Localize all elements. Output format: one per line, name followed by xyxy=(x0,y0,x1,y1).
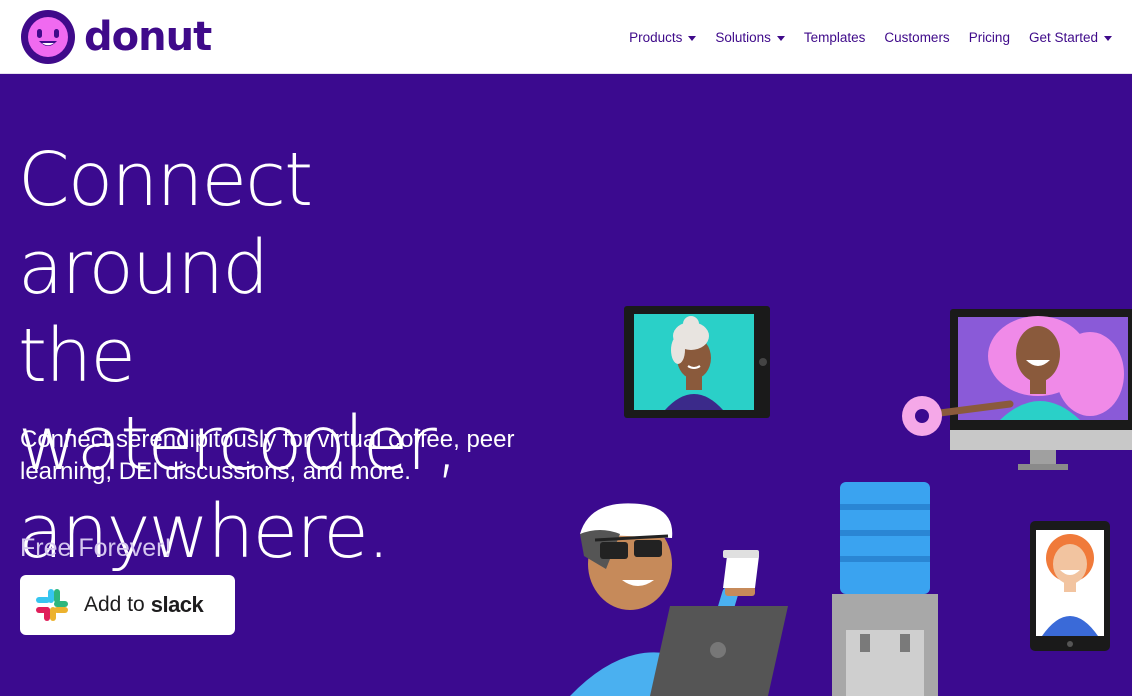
brand-name: donut xyxy=(84,14,212,60)
caret-down-icon xyxy=(688,35,697,41)
man-with-laptop-icon xyxy=(570,503,788,696)
nav-templates[interactable]: Templates xyxy=(804,30,866,45)
add-to-slack-button[interactable]: Add to slack xyxy=(20,575,235,635)
tablet-grandma-icon xyxy=(624,306,770,418)
hero-section: Connect around the watercooler, anywhere… xyxy=(0,74,1132,696)
phone-person-icon xyxy=(1030,521,1110,651)
monitor-woman-icon xyxy=(902,309,1132,470)
slack-logo-icon xyxy=(36,589,68,621)
nav-customers-label: Customers xyxy=(884,29,950,45)
free-forever-tagline: Free Forever! xyxy=(20,534,172,562)
hero-headline: Connect around the watercooler, anywhere… xyxy=(18,136,578,576)
slack-wordmark: slack xyxy=(150,592,204,617)
watercooler-icon xyxy=(832,482,938,696)
nav-solutions-label: Solutions xyxy=(715,29,771,45)
caret-down-icon xyxy=(776,35,785,41)
nav-pricing[interactable]: Pricing xyxy=(969,30,1010,45)
nav-customers[interactable]: Customers xyxy=(884,30,949,45)
nav-products[interactable]: Products xyxy=(629,29,697,45)
main-menu: Products Solutions Templates Customers P… xyxy=(610,0,1112,74)
hero-subtext: Connect serendipitously for virtual coff… xyxy=(20,426,515,485)
donut-logo[interactable]: donut xyxy=(20,9,212,65)
headline-line-1: Connect around xyxy=(18,137,313,311)
nav-templates-label: Templates xyxy=(803,29,866,45)
nav-get-started[interactable]: Get Started xyxy=(1029,30,1112,45)
watercooler-illustration xyxy=(570,306,1132,696)
nav-products-label: Products xyxy=(629,29,683,45)
caret-down-icon xyxy=(1104,35,1112,41)
nav-solutions[interactable]: Solutions xyxy=(715,30,785,45)
add-to-label: Add to xyxy=(84,593,145,616)
top-nav: donut Products Solutions Templates Custo… xyxy=(0,0,1132,74)
donut-face-icon xyxy=(21,10,75,64)
nav-pricing-label: Pricing xyxy=(968,29,1010,45)
nav-get-started-label: Get Started xyxy=(1028,29,1098,45)
